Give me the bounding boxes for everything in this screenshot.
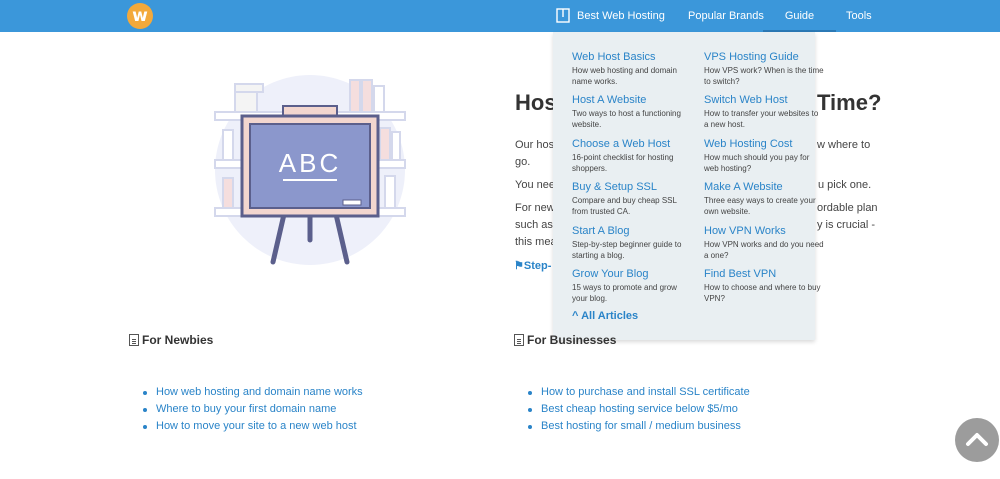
book-icon <box>556 8 570 23</box>
list-item[interactable]: How web hosting and domain name works <box>142 384 363 401</box>
menu-item-make-a-website[interactable]: Make A Website Three easy ways to create… <box>704 180 824 217</box>
list-item[interactable]: Best cheap hosting service below $5/mo <box>527 401 750 418</box>
step-link[interactable]: ⚑Step- <box>514 259 551 272</box>
list-item[interactable]: How to purchase and install SSL certific… <box>527 384 750 401</box>
scroll-to-top-button[interactable] <box>955 418 999 462</box>
all-articles-link[interactable]: ^ All Articles <box>572 310 638 322</box>
newbies-heading: For Newbies <box>129 333 213 347</box>
logo-icon[interactable]: w <box>127 3 153 29</box>
hero-text: ordable plan <box>817 202 878 214</box>
hero-text: such as <box>515 219 553 231</box>
chevron-up-icon <box>966 433 988 446</box>
nav-tools[interactable]: Tools <box>846 0 872 32</box>
hero-text: For new <box>515 202 555 214</box>
hero-title-end: Time? <box>817 90 882 115</box>
nav-best-web-hosting[interactable]: Best Web Hosting <box>577 0 665 32</box>
hero-text: go. <box>515 156 531 168</box>
hero-title: Hos <box>515 90 557 115</box>
board-text: ABC <box>279 148 341 178</box>
top-nav-bar: w Best Web Hosting Popular Brands Guide … <box>0 0 1000 32</box>
hero-text: Our hos <box>515 139 555 151</box>
businesses-link-list: How to purchase and install SSL certific… <box>527 384 750 435</box>
menu-item-web-host-basics[interactable]: Web Host Basics How web hosting and doma… <box>572 50 692 87</box>
list-item[interactable]: Where to buy your first domain name <box>142 401 363 418</box>
menu-item-buy-setup-ssl[interactable]: Buy & Setup SSL Compare and buy cheap SS… <box>572 180 692 217</box>
document-icon <box>129 334 139 346</box>
newbies-link-list: How web hosting and domain name works Wh… <box>142 384 363 435</box>
menu-item-start-a-blog[interactable]: Start A Blog Step-by-step beginner guide… <box>572 224 692 261</box>
menu-item-host-a-website[interactable]: Host A Website Two ways to host a functi… <box>572 93 692 130</box>
menu-item-grow-your-blog[interactable]: Grow Your Blog 15 ways to promote and gr… <box>572 267 692 304</box>
businesses-heading: For Businesses <box>514 333 616 347</box>
nav-guide[interactable]: Guide <box>763 0 836 32</box>
nav-popular-brands[interactable]: Popular Brands <box>688 0 764 32</box>
menu-item-choose-web-host[interactable]: Choose a Web Host 16-point checklist for… <box>572 137 692 174</box>
hero-text: You nee <box>515 179 555 191</box>
list-item[interactable]: How to move your site to a new web host <box>142 418 363 435</box>
document-icon <box>514 334 524 346</box>
hero-illustration: ABC <box>214 75 406 265</box>
menu-item-web-hosting-cost[interactable]: Web Hosting Cost How much should you pay… <box>704 137 824 174</box>
hero-text: u pick one. <box>818 179 872 191</box>
hero-text: this mea <box>515 236 557 248</box>
menu-item-how-vpn-works[interactable]: How VPN Works How VPN works and do you n… <box>704 224 824 261</box>
menu-item-find-best-vpn[interactable]: Find Best VPN How to choose and where to… <box>704 267 824 304</box>
hero-text: y is crucial - <box>817 219 876 231</box>
list-item[interactable]: Best hosting for small / medium business <box>527 418 750 435</box>
menu-item-vps-hosting-guide[interactable]: VPS Hosting Guide How VPS work? When is … <box>704 50 824 87</box>
menu-item-switch-web-host[interactable]: Switch Web Host How to transfer your web… <box>704 93 824 130</box>
hero-text: w where to <box>817 139 871 151</box>
guide-dropdown-menu: Web Host Basics How web hosting and doma… <box>553 32 824 340</box>
